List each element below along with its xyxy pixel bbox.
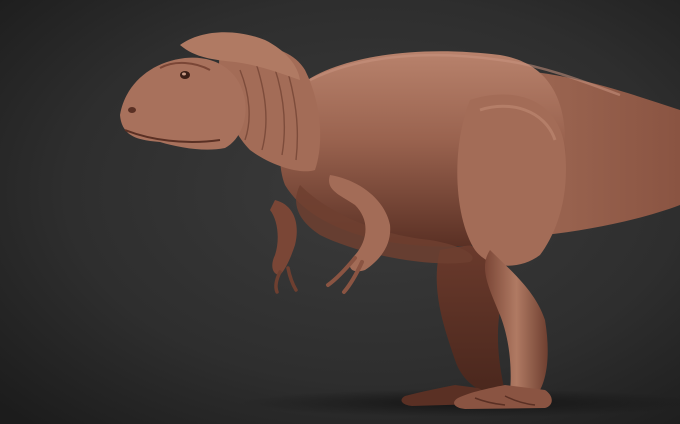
render-viewport (0, 0, 680, 424)
eye-highlight (182, 72, 186, 76)
nostril (128, 107, 136, 113)
sculpt-render (0, 0, 680, 424)
